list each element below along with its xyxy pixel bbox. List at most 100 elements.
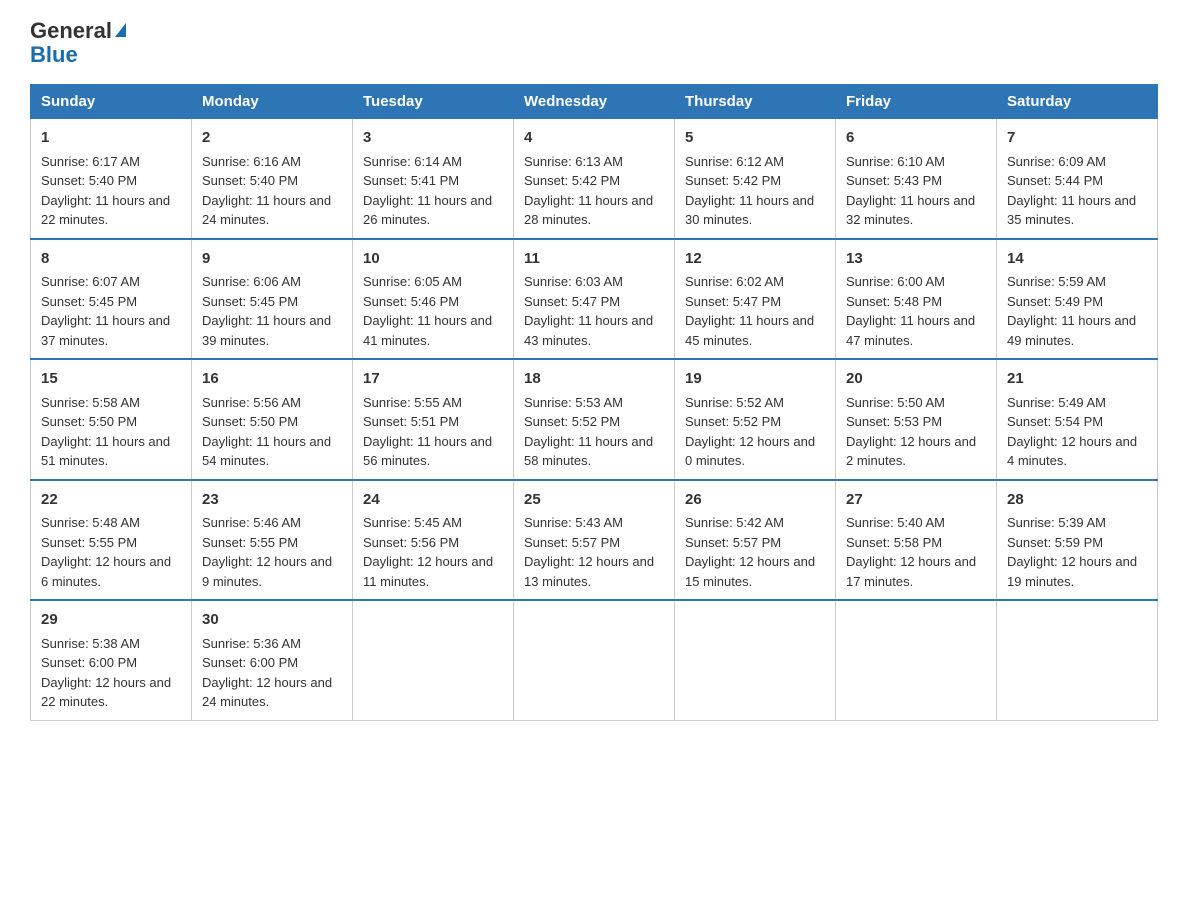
sunrise-text: Sunrise: 5:55 AM (363, 395, 462, 410)
sunrise-text: Sunrise: 6:14 AM (363, 154, 462, 169)
daylight-text: Daylight: 12 hours and 11 minutes. (363, 554, 493, 589)
daylight-text: Daylight: 12 hours and 2 minutes. (846, 434, 976, 469)
header-sunday: Sunday (31, 85, 192, 119)
daylight-text: Daylight: 11 hours and 45 minutes. (685, 313, 814, 348)
daylight-text: Daylight: 12 hours and 9 minutes. (202, 554, 332, 589)
daylight-text: Daylight: 12 hours and 22 minutes. (41, 675, 171, 710)
day-number: 25 (524, 489, 664, 512)
sunset-text: Sunset: 5:57 PM (685, 535, 781, 550)
sunrise-text: Sunrise: 5:48 AM (41, 515, 140, 530)
calendar-cell: 23Sunrise: 5:46 AMSunset: 5:55 PMDayligh… (192, 480, 353, 601)
sunrise-text: Sunrise: 6:13 AM (524, 154, 623, 169)
sunrise-text: Sunrise: 6:10 AM (846, 154, 945, 169)
calendar-cell: 28Sunrise: 5:39 AMSunset: 5:59 PMDayligh… (997, 480, 1158, 601)
sunrise-text: Sunrise: 5:45 AM (363, 515, 462, 530)
sunset-text: Sunset: 6:00 PM (41, 655, 137, 670)
calendar-cell: 14Sunrise: 5:59 AMSunset: 5:49 PMDayligh… (997, 239, 1158, 360)
calendar-week-row: 29Sunrise: 5:38 AMSunset: 6:00 PMDayligh… (31, 600, 1158, 720)
daylight-text: Daylight: 11 hours and 22 minutes. (41, 193, 170, 228)
day-number: 26 (685, 489, 825, 512)
sunset-text: Sunset: 5:50 PM (202, 414, 298, 429)
day-number: 16 (202, 368, 342, 391)
sunset-text: Sunset: 5:48 PM (846, 294, 942, 309)
header-friday: Friday (836, 85, 997, 119)
calendar-cell: 3Sunrise: 6:14 AMSunset: 5:41 PMDaylight… (353, 119, 514, 239)
page-header: General Blue (30, 20, 1158, 68)
calendar-week-row: 1Sunrise: 6:17 AMSunset: 5:40 PMDaylight… (31, 119, 1158, 239)
sunrise-text: Sunrise: 5:43 AM (524, 515, 623, 530)
day-number: 19 (685, 368, 825, 391)
calendar-cell (514, 600, 675, 720)
calendar-cell: 19Sunrise: 5:52 AMSunset: 5:52 PMDayligh… (675, 359, 836, 480)
daylight-text: Daylight: 11 hours and 26 minutes. (363, 193, 492, 228)
calendar-cell: 2Sunrise: 6:16 AMSunset: 5:40 PMDaylight… (192, 119, 353, 239)
calendar-cell: 5Sunrise: 6:12 AMSunset: 5:42 PMDaylight… (675, 119, 836, 239)
sunrise-text: Sunrise: 5:58 AM (41, 395, 140, 410)
day-number: 3 (363, 127, 503, 150)
sunset-text: Sunset: 5:49 PM (1007, 294, 1103, 309)
day-number: 22 (41, 489, 181, 512)
daylight-text: Daylight: 11 hours and 51 minutes. (41, 434, 170, 469)
sunrise-text: Sunrise: 6:16 AM (202, 154, 301, 169)
sunrise-text: Sunrise: 5:38 AM (41, 636, 140, 651)
daylight-text: Daylight: 11 hours and 58 minutes. (524, 434, 653, 469)
calendar-cell: 7Sunrise: 6:09 AMSunset: 5:44 PMDaylight… (997, 119, 1158, 239)
calendar-week-row: 22 Sunrise: 5:48 AM Sunset: 5:55 PM Dayligh… (31, 480, 1158, 601)
day-number: 1 (41, 127, 181, 150)
sunset-text: Sunset: 6:00 PM (202, 655, 298, 670)
sunrise-text: Sunrise: 6:05 AM (363, 274, 462, 289)
sunrise-text: Sunrise: 6:00 AM (846, 274, 945, 289)
daylight-text: Daylight: 11 hours and 49 minutes. (1007, 313, 1136, 348)
day-number: 12 (685, 248, 825, 271)
daylight-text: Daylight: 11 hours and 56 minutes. (363, 434, 492, 469)
day-number: 18 (524, 368, 664, 391)
header-wednesday: Wednesday (514, 85, 675, 119)
logo: General Blue (30, 20, 126, 68)
sunset-text: Sunset: 5:56 PM (363, 535, 459, 550)
day-number: 4 (524, 127, 664, 150)
calendar-cell: 15Sunrise: 5:58 AMSunset: 5:50 PMDayligh… (31, 359, 192, 480)
sunrise-text: Sunrise: 5:53 AM (524, 395, 623, 410)
sunrise-text: Sunrise: 6:07 AM (41, 274, 140, 289)
header-tuesday: Tuesday (353, 85, 514, 119)
sunset-text: Sunset: 5:40 PM (41, 173, 137, 188)
daylight-text: Daylight: 12 hours and 6 minutes. (41, 554, 171, 589)
calendar-cell: 4Sunrise: 6:13 AMSunset: 5:42 PMDaylight… (514, 119, 675, 239)
calendar-cell: 21Sunrise: 5:49 AMSunset: 5:54 PMDayligh… (997, 359, 1158, 480)
calendar-cell: 9Sunrise: 6:06 AMSunset: 5:45 PMDaylight… (192, 239, 353, 360)
calendar-cell (836, 600, 997, 720)
sunset-text: Sunset: 5:45 PM (41, 294, 137, 309)
sunrise-text: Sunrise: 6:12 AM (685, 154, 784, 169)
calendar-cell: 24Sunrise: 5:45 AMSunset: 5:56 PMDayligh… (353, 480, 514, 601)
calendar-cell: 11Sunrise: 6:03 AMSunset: 5:47 PMDayligh… (514, 239, 675, 360)
sunset-text: Sunset: 5:54 PM (1007, 414, 1103, 429)
calendar-cell: 20Sunrise: 5:50 AMSunset: 5:53 PMDayligh… (836, 359, 997, 480)
calendar-cell: 1Sunrise: 6:17 AMSunset: 5:40 PMDaylight… (31, 119, 192, 239)
daylight-text: Daylight: 11 hours and 30 minutes. (685, 193, 814, 228)
daylight-text: Daylight: 12 hours and 17 minutes. (846, 554, 976, 589)
calendar-cell (353, 600, 514, 720)
header-thursday: Thursday (675, 85, 836, 119)
daylight-text: Daylight: 11 hours and 35 minutes. (1007, 193, 1136, 228)
calendar-week-row: 15Sunrise: 5:58 AMSunset: 5:50 PMDayligh… (31, 359, 1158, 480)
calendar-cell: 25Sunrise: 5:43 AMSunset: 5:57 PMDayligh… (514, 480, 675, 601)
sunset-text: Sunset: 5:43 PM (846, 173, 942, 188)
calendar-cell: 18 Sunrise: 5:53 AM Sunset: 5:52 PM Dayligh… (514, 359, 675, 480)
daylight-text: Daylight: 12 hours and 19 minutes. (1007, 554, 1137, 589)
calendar-cell: 30Sunrise: 5:36 AMSunset: 6:00 PMDayligh… (192, 600, 353, 720)
sunset-text: Sunset: 5:55 PM (41, 535, 137, 550)
sunrise-text: Sunrise: 6:03 AM (524, 274, 623, 289)
logo-general: General (30, 20, 112, 42)
sunrise-text: Sunrise: 6:06 AM (202, 274, 301, 289)
sunrise-text: Sunrise: 5:42 AM (685, 515, 784, 530)
sunset-text: Sunset: 5:52 PM (524, 414, 620, 429)
daylight-text: Daylight: 11 hours and 32 minutes. (846, 193, 975, 228)
day-number: 10 (363, 248, 503, 271)
day-number: 7 (1007, 127, 1147, 150)
sunset-text: Sunset: 5:44 PM (1007, 173, 1103, 188)
sunset-text: Sunset: 5:42 PM (524, 173, 620, 188)
daylight-text: Daylight: 11 hours and 54 minutes. (202, 434, 331, 469)
sunset-text: Sunset: 5:53 PM (846, 414, 942, 429)
daylight-text: Daylight: 11 hours and 47 minutes. (846, 313, 975, 348)
daylight-text: Daylight: 12 hours and 0 minutes. (685, 434, 815, 469)
